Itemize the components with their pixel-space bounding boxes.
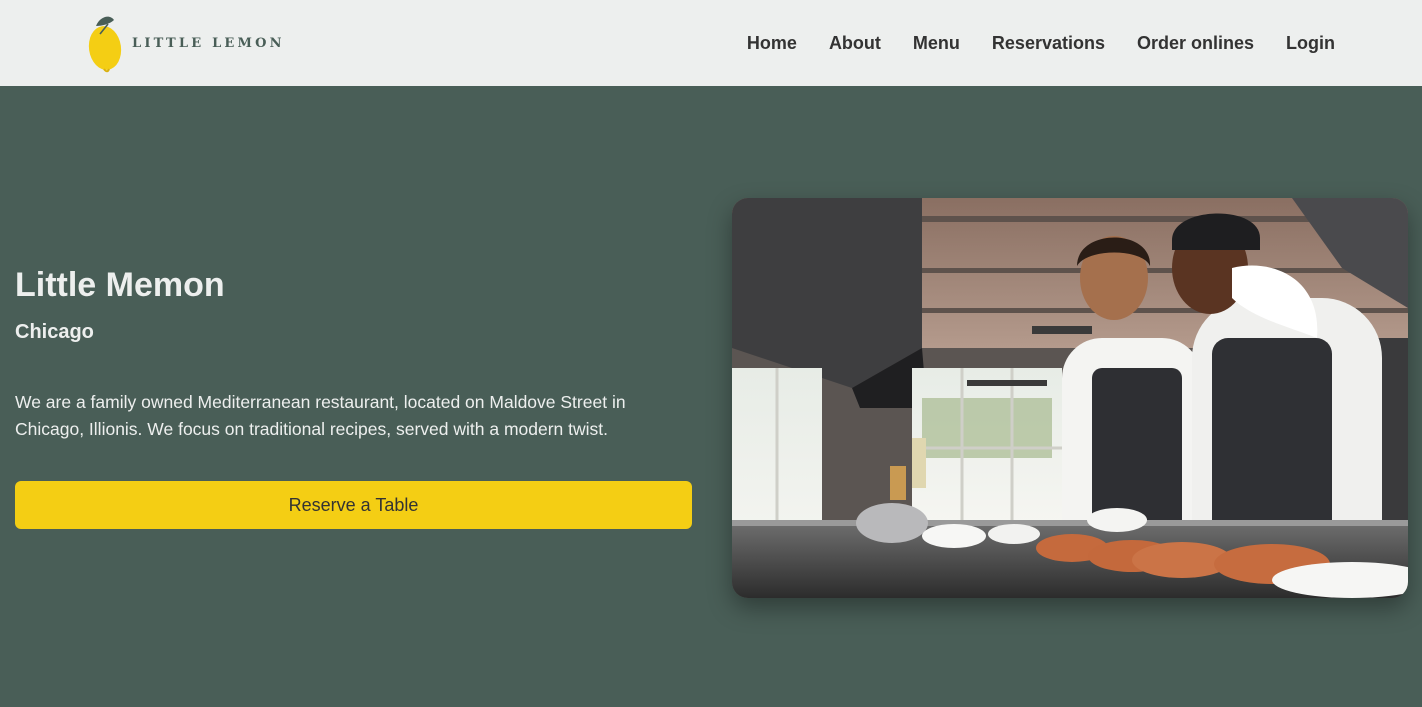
nav-order-online[interactable]: Order onlines: [1137, 33, 1254, 54]
nav-menu[interactable]: Menu: [913, 33, 960, 54]
hero-description: We are a family owned Mediterranean rest…: [15, 392, 626, 439]
hero-subtitle: Chicago: [15, 321, 94, 343]
lemon-icon: [88, 16, 122, 73]
main-nav: Home About Menu Reservations Order onlin…: [715, 0, 1335, 86]
site-header: LITTLE LEMON Home About Menu Reservation…: [0, 0, 1422, 86]
hero-title: Little Memon: [15, 266, 225, 304]
nav-home[interactable]: Home: [747, 33, 797, 54]
nav-login[interactable]: Login: [1286, 33, 1335, 54]
logo-text: LITTLE LEMON: [132, 35, 285, 51]
hero-image: [732, 198, 1408, 598]
logo[interactable]: LITTLE LEMON: [86, 12, 296, 74]
chefs-in-kitchen-photo: [732, 198, 1408, 598]
nav-about[interactable]: About: [829, 33, 881, 54]
reserve-table-button[interactable]: Reserve a Table: [15, 481, 692, 529]
nav-reservations[interactable]: Reservations: [992, 33, 1105, 54]
